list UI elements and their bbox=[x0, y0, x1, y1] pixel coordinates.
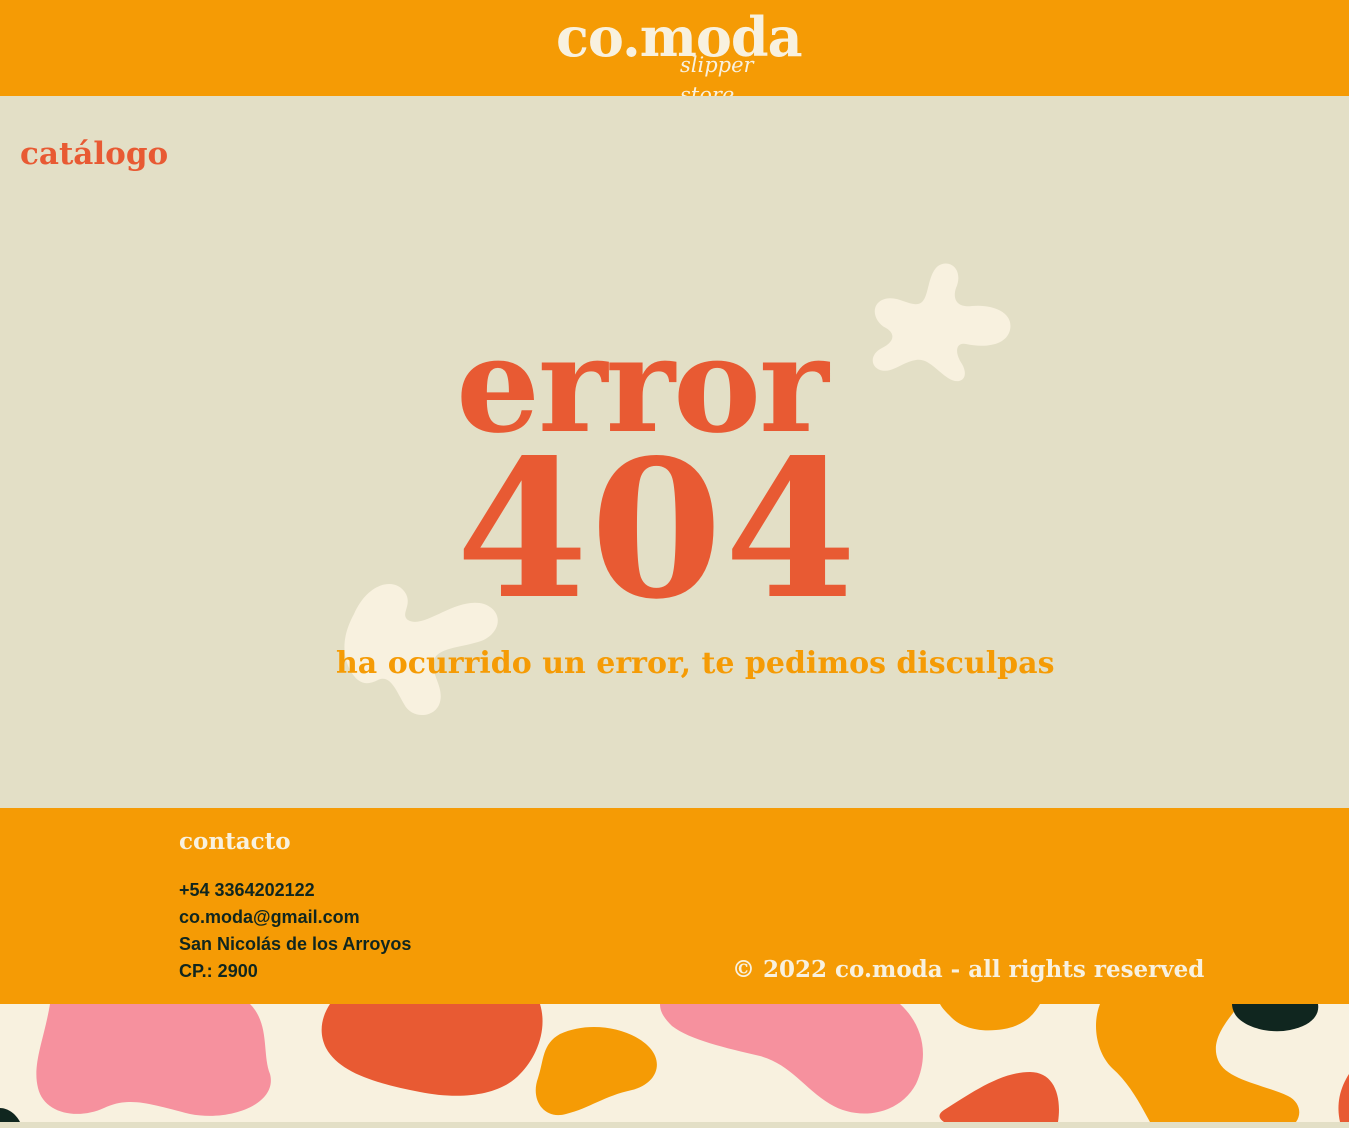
catalog-link[interactable]: catálogo bbox=[20, 132, 168, 176]
brand-logo[interactable]: co.moda slipper store bbox=[556, 2, 803, 107]
contact-heading: contacto bbox=[179, 828, 291, 855]
error-message: ha ocurrido un error, te pedimos disculp… bbox=[336, 646, 1055, 681]
contact-postal-code: CP.: 2900 bbox=[179, 961, 258, 981]
decorative-pattern bbox=[0, 1004, 1349, 1122]
main-content: catálogo error 404 ha ocurrido un error,… bbox=[0, 96, 1349, 808]
site-header: co.moda slipper store bbox=[0, 0, 1349, 107]
contact-email: co.moda@gmail.com bbox=[179, 907, 360, 927]
contact-city: San Nicolás de los Arroyos bbox=[179, 934, 412, 954]
copyright-notice: © 2022 co.moda - all rights reserved bbox=[732, 956, 1205, 983]
error-code: 404 bbox=[456, 418, 859, 641]
page-bottom-edge bbox=[0, 1122, 1349, 1128]
pattern-shapes bbox=[0, 1004, 1349, 1122]
site-footer: contacto +54 3364202122 co.moda@gmail.co… bbox=[0, 808, 1349, 1004]
contact-phone: +54 3364202122 bbox=[179, 880, 315, 900]
